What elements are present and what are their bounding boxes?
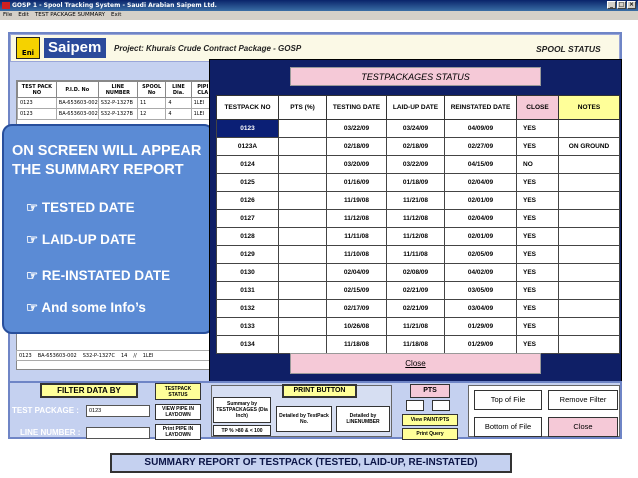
pointing-hand-icon: ☞ [26,232,39,247]
callout-item: ☞ TESTED DATE [26,200,135,215]
menu-edit[interactable]: Edit [18,11,29,20]
col-line-dia[interactable]: LINE Dia. [165,81,192,98]
eni-logo: Eni [16,37,40,59]
col-line-number[interactable]: LINE NUMBER [97,81,138,98]
table-row[interactable]: 0123 03/22/09 03/24/09 04/09/09 YES [216,119,620,138]
test-package-label: TEST PACKAGE : [12,406,79,415]
callout-item: ☞ LAID-UP DATE [26,232,136,247]
view-pipe-laydown-button[interactable]: VIEW PIPE IN LAYDOWN [155,404,201,420]
table-row[interactable]: 0129 11/10/08 11/11/08 02/05/09 YES [216,245,620,264]
window-controls: _ □ × [607,1,636,9]
slide-caption: SUMMARY REPORT OF TESTPACK (TESTED, LAID… [110,453,512,473]
pointing-hand-icon: ☞ [26,300,39,315]
col-reinstated-date[interactable]: REINSTATED DATE [444,95,517,120]
pointing-hand-icon: ☞ [26,200,39,215]
pointing-hand-icon: ☞ [26,268,39,283]
col-pts[interactable]: PTS (%) [278,95,327,120]
test-package-input[interactable]: 0123 [86,405,150,417]
window-title: GOSP 1 - Spool Tracking System - Saudi A… [12,2,217,9]
col-pid-no[interactable]: P.I.D. No [55,81,99,98]
minimize-button[interactable]: _ [607,1,616,9]
table-row[interactable]: 0127 11/12/08 11/12/08 02/04/09 YES [216,209,620,228]
print-pipe-laydown-button[interactable]: Print PIPE IN LAYDOWN [155,424,201,440]
tp-range-button[interactable]: TP % >80 & < 100 [213,425,271,436]
table-row[interactable]: 0123 BA-653603-002 S32-P-1327B 12 4 1LEI [17,108,216,120]
dialog-close-button[interactable]: Close [290,353,541,374]
table-row[interactable]: 0132 02/17/09 02/21/09 03/04/09 YES [216,299,620,318]
col-test-pack-no[interactable]: TEST PACK NO [17,81,57,98]
table-row[interactable]: 0125 01/16/09 01/18/09 02/04/09 YES [216,173,620,192]
callout-title: ON SCREEN WILL APPEAR THE SUMMARY REPORT [12,143,202,178]
table-row[interactable]: 0123 BA-653603-002 S32-P-1327C 14 // 1LE… [16,350,216,361]
callout-item: ☞ And some Info’s [26,300,146,315]
table-row[interactable]: 0123 BA-653603-002 S32-P-1327B 11 4 1LEI [17,97,216,109]
filter-data-by-label: FILTER DATA BY [40,383,138,398]
pts-label: PTS [410,384,450,398]
spool-status-label: SPOOL STATUS [536,44,601,54]
table-row[interactable]: 0133 10/26/08 11/21/08 01/29/09 YES [216,317,620,336]
menu-bar: File Edit TEST PACKAGE SUMMARY Exit [0,11,638,20]
bottom-of-file-button[interactable]: Bottom of File [474,417,542,437]
table-row[interactable]: 0124 03/20/09 03/22/09 04/15/09 NO [216,155,620,174]
table-row[interactable]: 0130 02/04/09 02/08/09 04/02/09 YES [216,263,620,282]
top-of-file-button[interactable]: Top of File [474,390,542,410]
print-button-label: PRINT BUTTON [282,384,357,398]
menu-test-package-summary[interactable]: TEST PACKAGE SUMMARY [35,11,105,20]
col-testpack-no[interactable]: TESTPACK NO [216,95,279,120]
remove-filter-button[interactable]: Remove Filter [548,390,618,410]
table-row[interactable]: 0134 11/18/08 11/18/08 01/29/09 YES [216,335,620,354]
col-spool-no[interactable]: SPOOL No [136,81,167,98]
close-button[interactable]: Close [548,417,618,437]
pts-to-input[interactable] [432,400,450,411]
testpack-status-button[interactable]: TESTPACK STATUS [155,383,201,400]
menu-exit[interactable]: Exit [111,11,121,20]
dialog-title: TESTPACKAGES STATUS [290,67,541,86]
summary-callout: ON SCREEN WILL APPEAR THE SUMMARY REPORT… [2,124,214,334]
table-header-row: TESTPACK NO PTS (%) TESTING DATE LAID-UP… [216,95,620,120]
maximize-button[interactable]: □ [617,1,626,9]
detailed-by-linenumber-button[interactable]: Detailed by LINENUMBER [336,406,390,432]
view-paint-pts-button[interactable]: View PAINT/PTS [402,414,458,426]
table-row[interactable]: 0123A 02/18/09 02/18/09 02/27/09 YES ON GROUN… [216,137,620,156]
pts-from-input[interactable] [406,400,424,411]
close-window-button[interactable]: × [627,1,636,9]
project-title: Project: Khurais Crude Contract Package … [114,44,302,53]
col-close[interactable]: CLOSE [516,95,559,120]
table-row[interactable]: 0131 02/15/09 02/21/09 03/05/09 YES [216,281,620,300]
line-number-input[interactable] [86,427,150,439]
menu-file[interactable]: File [3,11,12,20]
col-laid-up-date[interactable]: LAID-UP DATE [386,95,445,120]
col-notes[interactable]: NOTES [558,95,620,120]
testpackages-table: TESTPACK NO PTS (%) TESTING DATE LAID-UP… [216,95,620,354]
col-testing-date[interactable]: TESTING DATE [326,95,387,120]
detailed-by-testpack-button[interactable]: Detailed by TestPack No. [276,406,332,432]
saipem-logo: Saipem [44,38,106,58]
app-icon [2,2,10,9]
line-number-label: LINE NUMBER : [20,428,81,437]
title-bar: GOSP 1 - Spool Tracking System - Saudi A… [0,0,638,11]
print-query-button[interactable]: Print Query [402,428,458,440]
table-row[interactable]: 0128 11/11/08 11/12/08 02/01/09 YES [216,227,620,246]
summary-by-testpackages-button[interactable]: Summary by TESTPACKAGES (Dia Inch) [213,397,271,423]
table-row[interactable]: 0126 11/19/08 11/21/08 02/01/09 YES [216,191,620,210]
callout-item: ☞ RE-INSTATED DATE [26,268,171,283]
